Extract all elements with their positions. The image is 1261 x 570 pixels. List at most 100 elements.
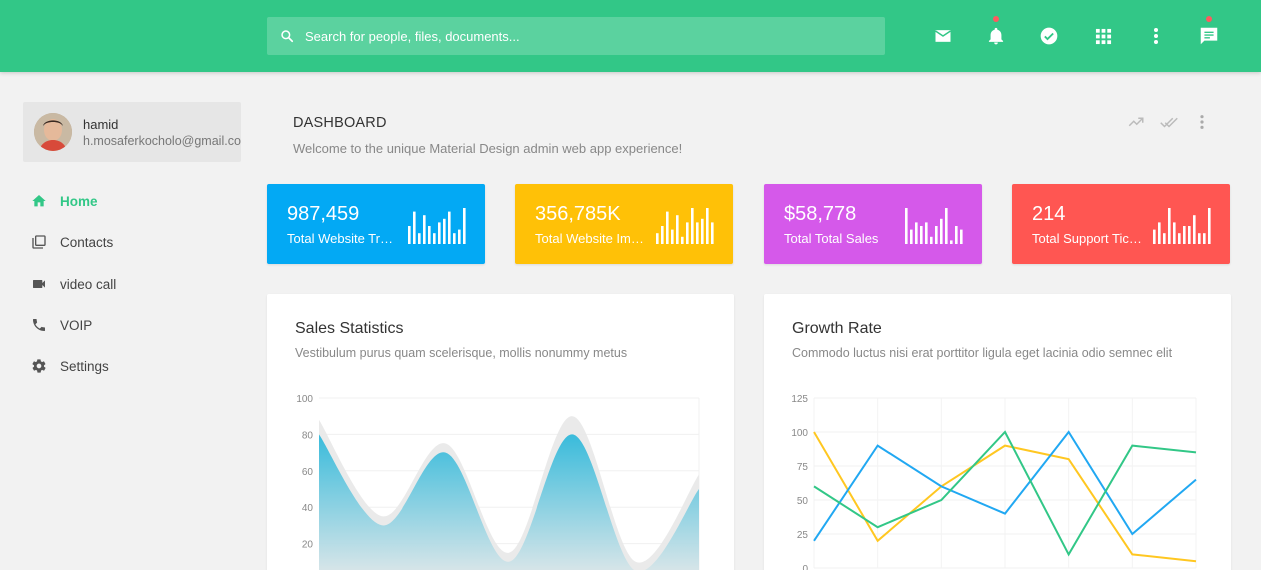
- sparkline-bar: [940, 218, 943, 244]
- sidebar-item-contacts[interactable]: Contacts: [23, 224, 241, 260]
- sparkline-bar: [960, 229, 963, 244]
- sparkline-bar: [915, 222, 918, 244]
- sparkline-bar: [418, 233, 421, 244]
- avatar: [34, 113, 72, 151]
- sidebar-item-label: Settings: [60, 358, 109, 374]
- profile-name: hamid: [83, 117, 119, 132]
- search-bar[interactable]: [267, 17, 885, 55]
- sparkline-bar: [945, 208, 948, 244]
- sparkline-bar: [438, 222, 441, 244]
- y-tick-label: 25: [797, 530, 809, 541]
- sparkline-bar: [925, 222, 928, 244]
- sparkline-bar: [408, 226, 411, 244]
- search-input[interactable]: [305, 17, 875, 55]
- sidebar-item-label: video call: [60, 276, 117, 292]
- home-icon: [23, 193, 55, 209]
- stat-sparkline: [656, 208, 714, 244]
- stat-card-traffic: 987,459 Total Website Traffics: [267, 184, 485, 264]
- sparkline-bar: [696, 222, 699, 244]
- card-title: Growth Rate: [792, 320, 882, 337]
- sparkline-bar: [433, 233, 436, 244]
- sparkline-bar: [920, 226, 923, 244]
- sparkline-bar: [1158, 222, 1161, 244]
- sparkline-bar: [671, 229, 674, 244]
- card-subtitle: Commodo luctus nisi erat porttitor ligul…: [792, 346, 1173, 360]
- stat-label: Total Website Impressions: [535, 231, 645, 246]
- notifications-icon[interactable]: [982, 16, 1010, 50]
- sidebar-item-home[interactable]: Home: [23, 183, 241, 219]
- notification-dot: [993, 16, 999, 22]
- card-title: Sales Statistics: [295, 320, 404, 337]
- sparkline-bar: [1208, 208, 1211, 244]
- card-subtitle: Vestibulum purus quam scelerisque, molli…: [295, 346, 628, 360]
- contacts-icon: [23, 234, 55, 250]
- sparkline-bar: [1163, 233, 1166, 244]
- tasks-check-icon[interactable]: [1035, 22, 1063, 50]
- sparkline-bar: [955, 226, 958, 244]
- apps-grid-icon[interactable]: [1089, 22, 1117, 50]
- sparkline-bar: [1183, 226, 1186, 244]
- messages-icon[interactable]: [1195, 16, 1223, 50]
- area-series: [319, 434, 699, 570]
- sparkline-bar: [1203, 233, 1206, 244]
- search-icon: [281, 30, 294, 43]
- stat-card-impressions: 356,785K Total Website Impressions: [515, 184, 733, 264]
- sparkline-bar: [930, 236, 933, 244]
- top-header: [0, 0, 1261, 72]
- videocam-icon: [23, 276, 55, 292]
- sidebar-item-video-call[interactable]: video call: [23, 266, 241, 302]
- sparkline-bar: [1168, 208, 1171, 244]
- y-tick-label: 75: [797, 462, 809, 473]
- stat-value: $58,778: [784, 203, 857, 225]
- sparkline-bar: [706, 208, 709, 244]
- sparkline-bar: [428, 226, 431, 244]
- sparkline-bar: [1198, 233, 1201, 244]
- sparkline-bar: [1188, 226, 1191, 244]
- profile-email: h.mosaferkocholo@gmail.com: [83, 134, 241, 148]
- phone-icon: [23, 317, 55, 333]
- mail-icon[interactable]: [929, 22, 957, 50]
- sparkline-bar: [1178, 233, 1181, 244]
- sales-statistics-card: 20 40 60 80 100 Sales Statistics Vestibulum …: [267, 294, 734, 570]
- user-profile-card[interactable]: hamid h.mosaferkocholo@gmail.com: [23, 102, 241, 162]
- y-tick-label: 100: [296, 394, 313, 405]
- sparkline-bar: [666, 211, 669, 244]
- page-subtitle: Welcome to the unique Material Design ad…: [293, 141, 683, 156]
- sparkline-bar: [413, 211, 416, 244]
- sparkline-bar: [910, 229, 913, 244]
- sidebar-item-label: Contacts: [60, 234, 114, 250]
- sidebar-item-label: VOIP: [60, 317, 93, 333]
- sparkline-bar: [1193, 215, 1196, 244]
- stat-label: Total Support Tickets: [1032, 231, 1142, 246]
- stat-value: 356,785K: [535, 203, 621, 225]
- growth-rate-card: 0 25 50 75 100 125 Growth Rate Commodo luctus…: [764, 294, 1231, 570]
- page-more-vertical-icon[interactable]: [1192, 112, 1212, 132]
- stat-sparkline: [408, 208, 466, 244]
- trending-up-icon[interactable]: [1126, 112, 1146, 132]
- y-tick-label: 20: [302, 540, 314, 551]
- y-tick-label: 125: [791, 394, 808, 405]
- done-all-icon[interactable]: [1159, 112, 1179, 132]
- stat-label: Total Total Sales: [784, 231, 879, 246]
- sparkline-bar: [711, 222, 714, 244]
- sidebar-item-voip[interactable]: VOIP: [23, 307, 241, 343]
- sidebar-item-label: Home: [60, 193, 98, 209]
- sparkline-bar: [661, 226, 664, 244]
- page-title: DASHBOARD: [293, 115, 387, 131]
- sparkline-bar: [935, 226, 938, 244]
- sparkline-bar: [1153, 229, 1156, 244]
- sidebar-item-settings[interactable]: Settings: [23, 348, 241, 384]
- message-dot: [1206, 16, 1212, 22]
- sparkline-bar: [656, 233, 659, 244]
- stat-card-support: 214 Total Support Tickets: [1012, 184, 1230, 264]
- stat-label: Total Website Traffics: [287, 231, 397, 246]
- sparkline-bar: [448, 211, 451, 244]
- sparkline-bar: [1173, 222, 1176, 244]
- y-tick-label: 50: [797, 496, 809, 507]
- more-vertical-icon[interactable]: [1142, 22, 1170, 50]
- sparkline-bar: [691, 208, 694, 244]
- stat-value: 214: [1032, 203, 1066, 225]
- sparkline-bar: [458, 229, 461, 244]
- y-tick-label: 40: [302, 503, 314, 514]
- sparkline-bar: [676, 215, 679, 244]
